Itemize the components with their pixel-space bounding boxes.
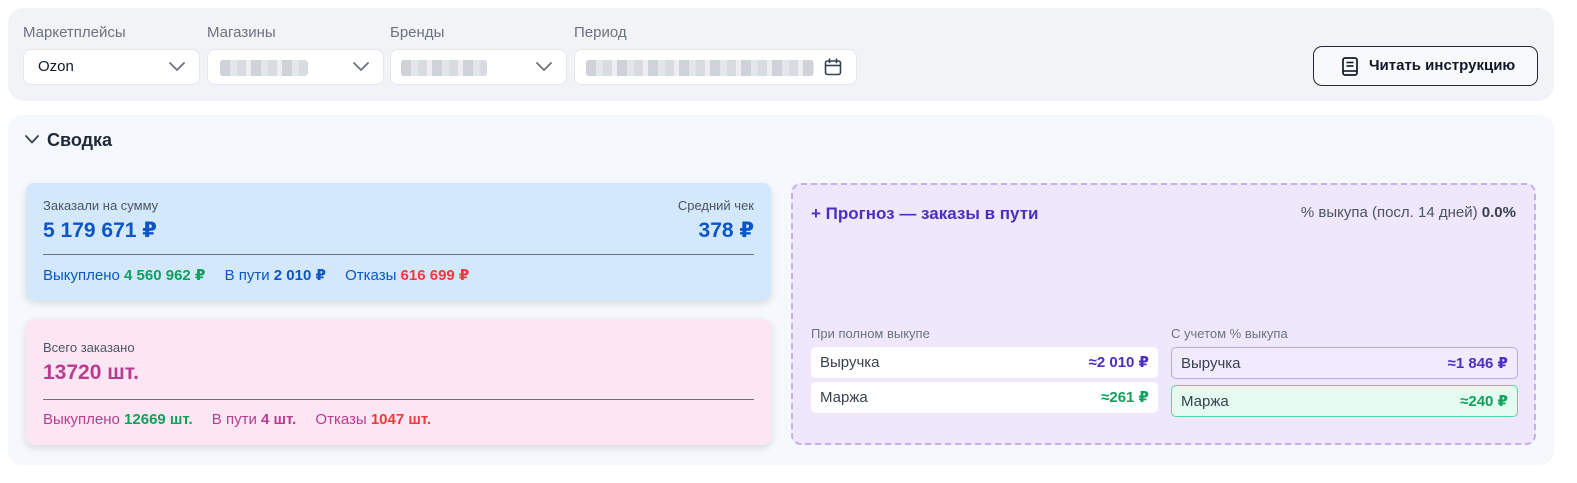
chevron-down-icon (536, 62, 552, 71)
read-instruction-label: Читать инструкцию (1369, 57, 1516, 74)
ordered-sum-card: Заказали на сумму 5 179 671 ₽ Средний че… (26, 183, 771, 300)
calendar-icon (824, 58, 842, 76)
period-picker[interactable] (574, 49, 857, 85)
full-revenue-value: ≈2 010 ₽ (1088, 354, 1149, 371)
bought-label: Выкуплено (43, 411, 120, 428)
refusals-label: Отказы (315, 411, 367, 428)
filter-bar: Маркетплейсы Ozon Магазины Бренды Период… (8, 8, 1554, 101)
filter-brands: Бренды (390, 24, 567, 85)
ordered-sum-breakdown: Выкуплено 4 560 962 ₽ В пути 2 010 ₽ Отк… (43, 266, 469, 284)
chevron-down-icon (169, 62, 185, 71)
forecast-card: + Прогноз — заказы в пути % выкупа (посл… (791, 183, 1536, 445)
filter-period-label: Период (574, 24, 627, 41)
full-margin-value: ≈261 ₽ (1101, 389, 1149, 406)
full-buyout-label: При полном выкупе (811, 326, 930, 341)
full-revenue-label: Выручка (820, 354, 880, 371)
ordered-total-value: 13720 шт. (43, 361, 140, 384)
stores-select[interactable] (207, 49, 384, 85)
buyout-percent-label: % выкупа (посл. 14 дней) (1300, 204, 1478, 221)
stores-value-redacted (220, 60, 308, 76)
buyout-percent: % выкупа (посл. 14 дней) 0.0% (1301, 204, 1516, 221)
transit-label: В пути (224, 267, 270, 284)
avg-check-value: 378 ₽ (698, 219, 754, 242)
summary-section: Сводка Заказали на сумму 5 179 671 ₽ Сре… (8, 115, 1554, 465)
ordered-total-card: Всего заказано 13720 шт. Выкуплено 12669… (26, 319, 771, 445)
filter-period: Период (574, 24, 857, 85)
filter-stores-label: Магазины (207, 24, 276, 41)
divider (43, 399, 754, 400)
book-icon (1342, 57, 1358, 76)
period-value-redacted (586, 60, 814, 76)
full-margin-label: Маржа (820, 389, 868, 406)
refusals-label: Отказы (345, 267, 397, 284)
adjusted-buyout-label: С учетом % выкупа (1171, 326, 1288, 341)
ordered-total-label: Всего заказано (43, 340, 135, 355)
forecast-title[interactable]: + Прогноз — заказы в пути (811, 204, 1038, 224)
transit-label: В пути (211, 411, 257, 428)
buyout-percent-value: 0.0% (1481, 204, 1516, 221)
ordered-sum-value: 5 179 671 ₽ (43, 219, 157, 242)
ordered-total-breakdown: Выкуплено 12669 шт. В пути 4 шт. Отказы … (43, 411, 431, 428)
bought-value: 4 560 962 ₽ (124, 267, 206, 284)
refusals-value: 1047 шт. (370, 411, 432, 428)
full-revenue-row: Выручка ≈2 010 ₽ (811, 347, 1158, 378)
read-instruction-button[interactable]: Читать инструкцию (1313, 46, 1538, 86)
filter-marketplaces-label: Маркетплейсы (23, 24, 126, 41)
adjusted-revenue-value: ≈1 846 ₽ (1447, 355, 1508, 372)
filter-brands-label: Бренды (390, 24, 445, 41)
full-margin-row: Маржа ≈261 ₽ (811, 382, 1158, 413)
bought-label: Выкуплено (43, 267, 120, 284)
adjusted-margin-label: Маржа (1181, 393, 1229, 410)
marketplaces-select[interactable]: Ozon (23, 49, 200, 85)
transit-value: 4 шт. (261, 411, 297, 428)
chevron-down-icon (353, 62, 369, 71)
adjusted-revenue-row: Выручка ≈1 846 ₽ (1171, 347, 1518, 379)
marketplaces-select-value: Ozon (38, 58, 74, 75)
refusals-value: 616 699 ₽ (400, 267, 470, 284)
adjusted-margin-value: ≈240 ₽ (1460, 393, 1508, 410)
brands-value-redacted (401, 60, 487, 76)
adjusted-revenue-label: Выручка (1181, 355, 1241, 372)
divider (43, 254, 754, 255)
brands-select[interactable] (390, 49, 567, 85)
bought-value: 12669 шт. (124, 411, 193, 428)
transit-value: 2 010 ₽ (273, 267, 326, 284)
filter-stores: Магазины (207, 24, 384, 85)
chevron-down-icon (25, 135, 39, 144)
adjusted-margin-row: Маржа ≈240 ₽ (1171, 385, 1518, 417)
filter-marketplaces: Маркетплейсы Ozon (23, 24, 200, 85)
avg-check-label: Средний чек (677, 198, 754, 213)
summary-title: Сводка (47, 130, 113, 150)
ordered-sum-label: Заказали на сумму (43, 198, 159, 213)
